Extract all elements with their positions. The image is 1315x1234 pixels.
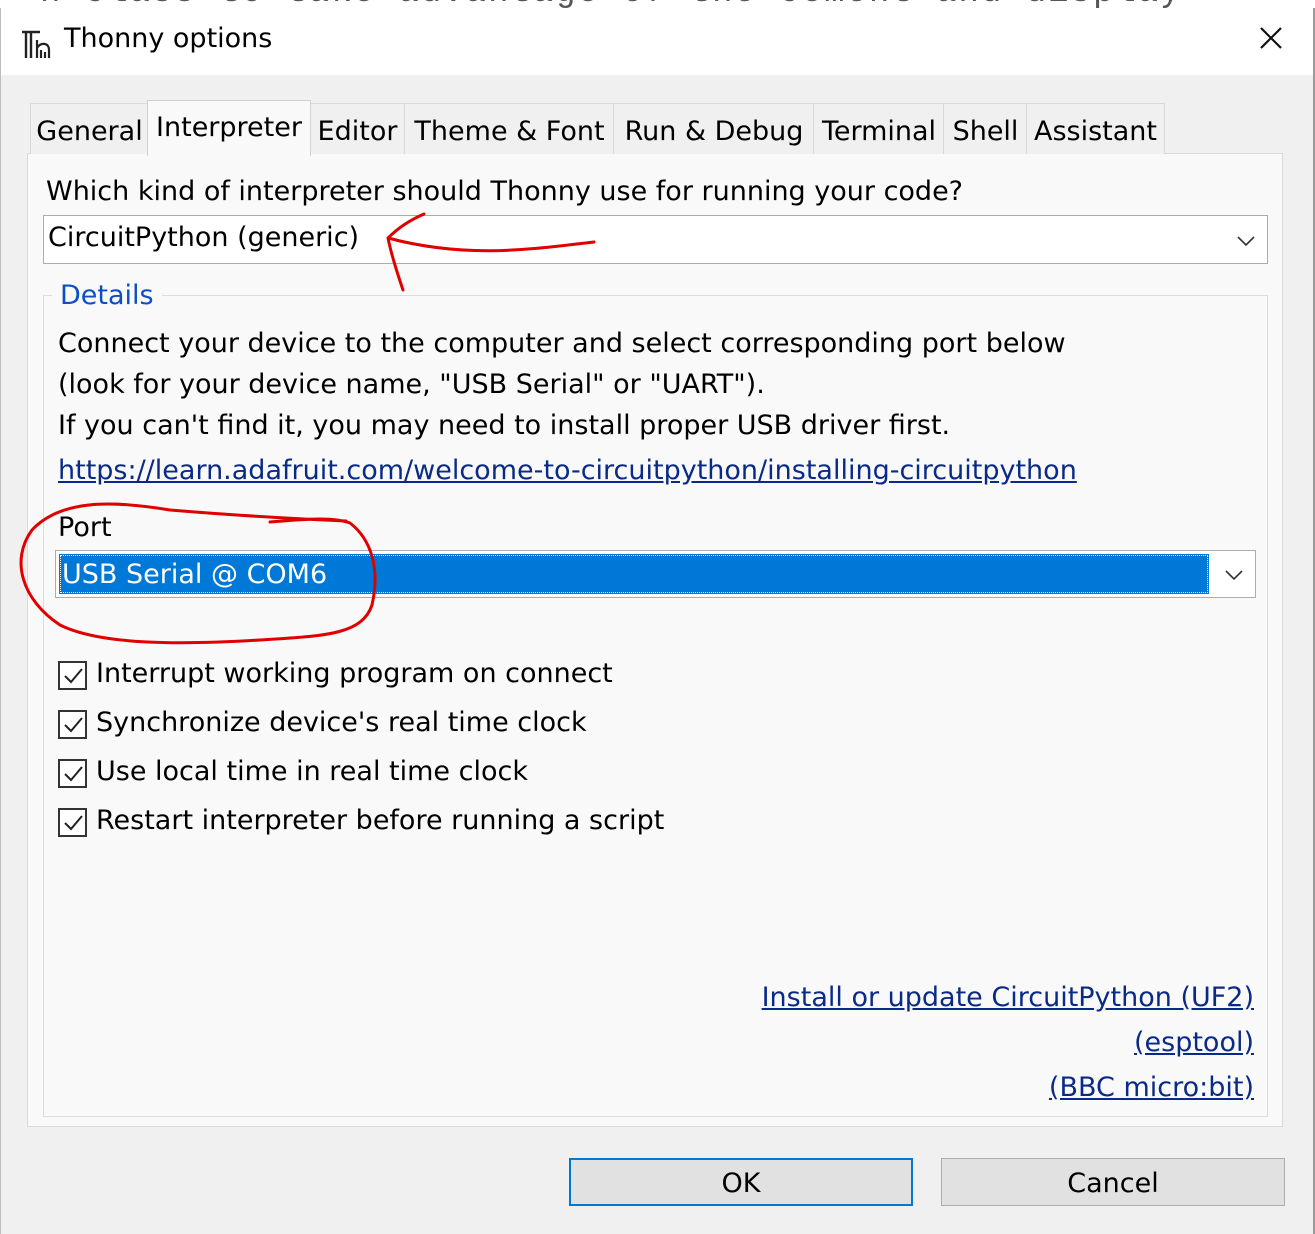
checkbox-box[interactable] — [58, 661, 87, 690]
checkbox-label: Synchronize device's real time clock — [96, 707, 587, 738]
tab-interpreter[interactable]: Interpreter — [147, 100, 311, 156]
checkbox-box[interactable] — [58, 759, 87, 788]
checkbox-box[interactable] — [58, 710, 87, 739]
tab-shell[interactable]: Shell — [943, 103, 1028, 154]
tab-run-debug[interactable]: Run & Debug — [613, 103, 815, 154]
checkbox-label: Restart interpreter before running a scr… — [96, 805, 665, 836]
thonny-icon — [22, 30, 51, 58]
checkmark-icon — [64, 815, 83, 831]
ok-button[interactable]: OK — [569, 1158, 913, 1206]
cancel-button[interactable]: Cancel — [941, 1158, 1285, 1206]
background-window-strip: n class to take advantage of the cement … — [0, 0, 1315, 8]
checkmark-icon — [64, 766, 83, 782]
microbit-link[interactable]: (BBC micro:bit) — [1049, 1072, 1254, 1103]
title-bar[interactable]: Thonny options — [1, 8, 1313, 75]
window-left-edge — [0, 8, 1, 1234]
esptool-link[interactable]: (esptool) — [1134, 1027, 1254, 1058]
tab-assistant[interactable]: Assistant — [1026, 103, 1165, 154]
checkmark-icon — [64, 717, 83, 733]
interpreter-question: Which kind of interpreter should Thonny … — [46, 176, 964, 207]
checkbox-label: Use local time in real time clock — [96, 756, 528, 787]
tab-theme-font[interactable]: Theme & Font — [404, 103, 615, 154]
port-select-value: USB Serial @ COM6 — [62, 559, 328, 590]
port-label: Port — [58, 512, 112, 543]
port-select[interactable]: USB Serial @ COM6 — [55, 550, 1256, 598]
details-legend: Details — [52, 280, 162, 311]
details-line-2: (look for your device name, "USB Serial"… — [58, 369, 765, 400]
details-line-1: Connect your device to the computer and … — [58, 328, 1066, 359]
tab-general[interactable]: General — [30, 103, 149, 154]
checkbox-label: Interrupt working program on connect — [96, 658, 613, 689]
chevron-down-icon[interactable] — [1236, 234, 1256, 248]
checkmark-icon — [64, 668, 83, 684]
tab-terminal[interactable]: Terminal — [813, 103, 945, 154]
window-title: Thonny options — [64, 23, 273, 54]
close-icon[interactable] — [1255, 22, 1287, 54]
background-text: n class to take advantage of the cement … — [40, 0, 1183, 8]
port-select-highlight: USB Serial @ COM6 — [59, 554, 1209, 594]
interpreter-select-value: CircuitPython (generic) — [48, 222, 360, 253]
checkbox-box[interactable] — [58, 808, 87, 837]
install-uf2-link[interactable]: Install or update CircuitPython (UF2) — [762, 982, 1254, 1013]
details-line-3: If you can't find it, you may need to in… — [58, 410, 951, 441]
chevron-down-icon[interactable] — [1224, 568, 1244, 582]
adafruit-install-link[interactable]: https://learn.adafruit.com/welcome-to-ci… — [58, 455, 1077, 486]
tab-editor[interactable]: Editor — [309, 103, 406, 154]
interpreter-select[interactable]: CircuitPython (generic) — [43, 215, 1268, 264]
